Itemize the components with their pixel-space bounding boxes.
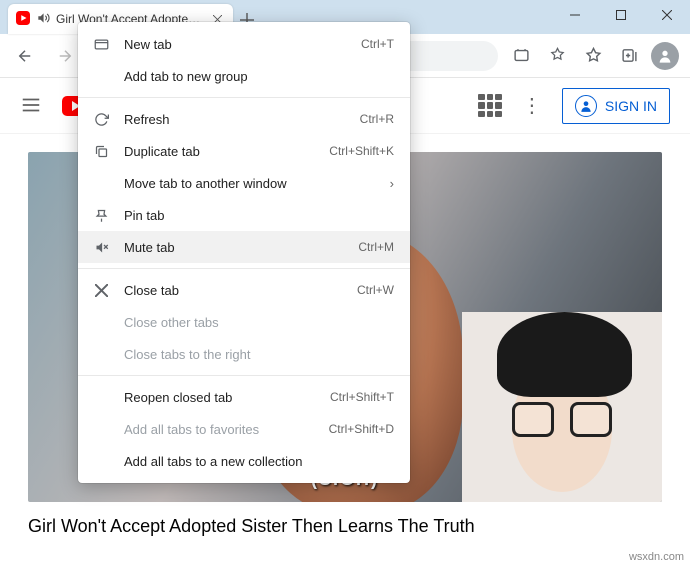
menu-label: Pin tab <box>124 208 394 223</box>
signin-label: SIGN IN <box>605 98 657 114</box>
menu-refresh[interactable]: Refresh Ctrl+R <box>78 103 410 135</box>
youtube-favicon-icon <box>16 11 30 28</box>
menu-label: Duplicate tab <box>124 144 315 159</box>
duplicate-icon <box>92 144 110 159</box>
menu-add-favorites: Add all tabs to favorites Ctrl+Shift+D <box>78 413 410 445</box>
menu-label: Mute tab <box>124 240 344 255</box>
yt-signin-button[interactable]: SIGN IN <box>562 88 670 124</box>
back-button[interactable] <box>8 39 42 73</box>
menu-close-tab[interactable]: Close tab Ctrl+W <box>78 274 410 306</box>
menu-label: Add all tabs to a new collection <box>124 454 394 469</box>
menu-shortcut: Ctrl+R <box>360 112 394 126</box>
profile-avatar[interactable] <box>648 39 682 73</box>
window-maximize-button[interactable] <box>598 0 644 30</box>
window-close-button[interactable] <box>644 0 690 30</box>
menu-pin[interactable]: Pin tab <box>78 199 410 231</box>
window-minimize-button[interactable] <box>552 0 598 30</box>
menu-label: Close tabs to the right <box>124 347 394 362</box>
menu-shortcut: Ctrl+T <box>361 37 394 51</box>
menu-label: Close tab <box>124 283 343 298</box>
menu-new-tab[interactable]: New tab Ctrl+T <box>78 28 410 60</box>
menu-label: Close other tabs <box>124 315 394 330</box>
menu-move-window[interactable]: Move tab to another window › <box>78 167 410 199</box>
mute-icon <box>92 240 110 255</box>
menu-duplicate[interactable]: Duplicate tab Ctrl+Shift+K <box>78 135 410 167</box>
chevron-right-icon: › <box>390 176 394 191</box>
menu-reopen[interactable]: Reopen closed tab Ctrl+Shift+T <box>78 381 410 413</box>
watermark-text: wsxdn.com <box>629 551 684 563</box>
close-icon <box>92 284 110 297</box>
read-aloud-button[interactable] <box>540 39 574 73</box>
menu-shortcut: Ctrl+Shift+T <box>330 390 394 404</box>
menu-mute[interactable]: Mute tab Ctrl+M <box>78 231 410 263</box>
signin-avatar-icon <box>575 95 597 117</box>
tab-audio-icon[interactable] <box>36 11 50 28</box>
yt-apps-icon[interactable] <box>478 94 502 118</box>
menu-label: Add tab to new group <box>124 69 394 84</box>
pin-icon <box>92 208 110 223</box>
new-tab-icon <box>92 37 110 52</box>
menu-add-to-group[interactable]: Add tab to new group <box>78 60 410 92</box>
menu-shortcut: Ctrl+W <box>357 283 394 297</box>
yt-hamburger-icon[interactable] <box>20 94 44 118</box>
menu-separator <box>78 97 410 98</box>
menu-close-right: Close tabs to the right <box>78 338 410 370</box>
menu-shortcut: Ctrl+Shift+D <box>329 422 394 436</box>
favorites-button[interactable] <box>576 39 610 73</box>
refresh-icon <box>92 112 110 127</box>
menu-shortcut: Ctrl+M <box>358 240 394 254</box>
menu-label: Add all tabs to favorites <box>124 422 315 437</box>
menu-label: Refresh <box>124 112 346 127</box>
video-title: Girl Won't Accept Adopted Sister Then Le… <box>28 516 662 537</box>
menu-separator <box>78 375 410 376</box>
tab-context-menu: New tab Ctrl+T Add tab to new group Refr… <box>78 22 410 483</box>
menu-shortcut: Ctrl+Shift+K <box>329 144 394 158</box>
forward-button <box>48 39 82 73</box>
menu-close-other: Close other tabs <box>78 306 410 338</box>
menu-add-collection[interactable]: Add all tabs to a new collection <box>78 445 410 477</box>
menu-separator <box>78 268 410 269</box>
yt-more-icon[interactable]: ⋮ <box>520 93 544 118</box>
collections-button[interactable] <box>612 39 646 73</box>
video-pip <box>462 312 662 502</box>
extensions-button[interactable] <box>504 39 538 73</box>
menu-label: Reopen closed tab <box>124 390 316 405</box>
menu-label: Move tab to another window <box>124 176 376 191</box>
menu-label: New tab <box>124 37 347 52</box>
